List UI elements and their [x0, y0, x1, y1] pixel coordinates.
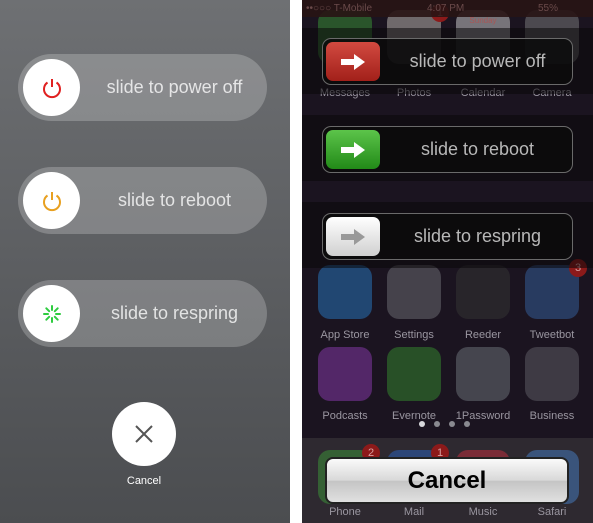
- power-off-knob[interactable]: [23, 59, 80, 116]
- slider-label: slide to power off: [106, 77, 243, 97]
- app-label: Business: [529, 410, 575, 422]
- ios6-power-menu: MessagesPhotos1SundayCalendarCameraApp S…: [302, 0, 593, 523]
- arrow-right-icon: [341, 141, 365, 158]
- page-dot[interactable]: [464, 421, 470, 427]
- reboot-knob[interactable]: [23, 172, 80, 229]
- app-icon-1password[interactable]: [456, 347, 510, 401]
- page-dot[interactable]: [449, 421, 455, 427]
- power-off-slider[interactable]: slide to power off: [18, 54, 267, 121]
- power-icon: [42, 78, 61, 98]
- calendar-day: Sunday: [469, 16, 497, 25]
- status-bar: ••○○○ T-Mobile 4:07 PM 55%: [302, 0, 593, 17]
- app-label: Podcasts: [322, 410, 368, 422]
- app-icon-evernote[interactable]: [387, 347, 441, 401]
- slider-label: slide to reboot: [117, 190, 232, 210]
- power-off-knob[interactable]: [326, 42, 380, 81]
- power-off-slider[interactable]: slide to power off: [322, 38, 573, 85]
- app-icon-business[interactable]: [525, 347, 579, 401]
- reboot-slider[interactable]: slide to reboot: [322, 126, 573, 173]
- slider-label: slide to power off: [409, 51, 546, 71]
- respring-knob[interactable]: [23, 285, 80, 342]
- page-dot[interactable]: [419, 421, 425, 427]
- slider-label: slide to reboot: [420, 139, 535, 159]
- battery-level: 55%: [538, 3, 559, 14]
- app-icon-reeder[interactable]: [456, 265, 510, 319]
- app-label: Settings: [394, 329, 434, 341]
- app-label: Safari: [537, 506, 567, 518]
- app-label: Phone: [329, 506, 361, 518]
- cancel-label: Cancel: [126, 475, 162, 487]
- app-icon-app-store[interactable]: [318, 265, 372, 319]
- reboot-slider[interactable]: slide to reboot: [18, 167, 267, 234]
- respring-slider[interactable]: slide to respring: [322, 213, 573, 260]
- close-icon: [135, 425, 153, 443]
- reboot-knob[interactable]: [326, 130, 380, 169]
- app-icon-settings[interactable]: [387, 265, 441, 319]
- app-label: Evernote: [391, 410, 437, 422]
- ios7-power-menu: slide to power off slide to reboot slide…: [0, 0, 290, 523]
- app-label: Mail: [403, 506, 425, 518]
- app-label: Tweetbot: [529, 329, 575, 341]
- app-icon-podcasts[interactable]: [318, 347, 372, 401]
- app-label: App Store: [320, 329, 370, 341]
- cancel-button[interactable]: [112, 402, 176, 466]
- slider-label: slide to respring: [110, 303, 239, 323]
- carrier: ••○○○ T-Mobile: [306, 3, 373, 14]
- clock: 4:07 PM: [427, 3, 465, 14]
- page-dot[interactable]: [434, 421, 440, 427]
- power-icon: [42, 191, 61, 211]
- arrow-right-icon: [341, 53, 365, 70]
- app-label: Music: [468, 506, 498, 518]
- slider-label: slide to respring: [413, 226, 542, 246]
- app-label: 1Password: [455, 410, 511, 422]
- respring-slider[interactable]: slide to respring: [18, 280, 267, 347]
- respring-knob[interactable]: [326, 217, 380, 256]
- app-label: Reeder: [464, 329, 502, 341]
- cancel-button[interactable]: Cancel: [325, 457, 569, 504]
- spinner-icon: [42, 304, 61, 323]
- arrow-right-icon: [341, 228, 365, 245]
